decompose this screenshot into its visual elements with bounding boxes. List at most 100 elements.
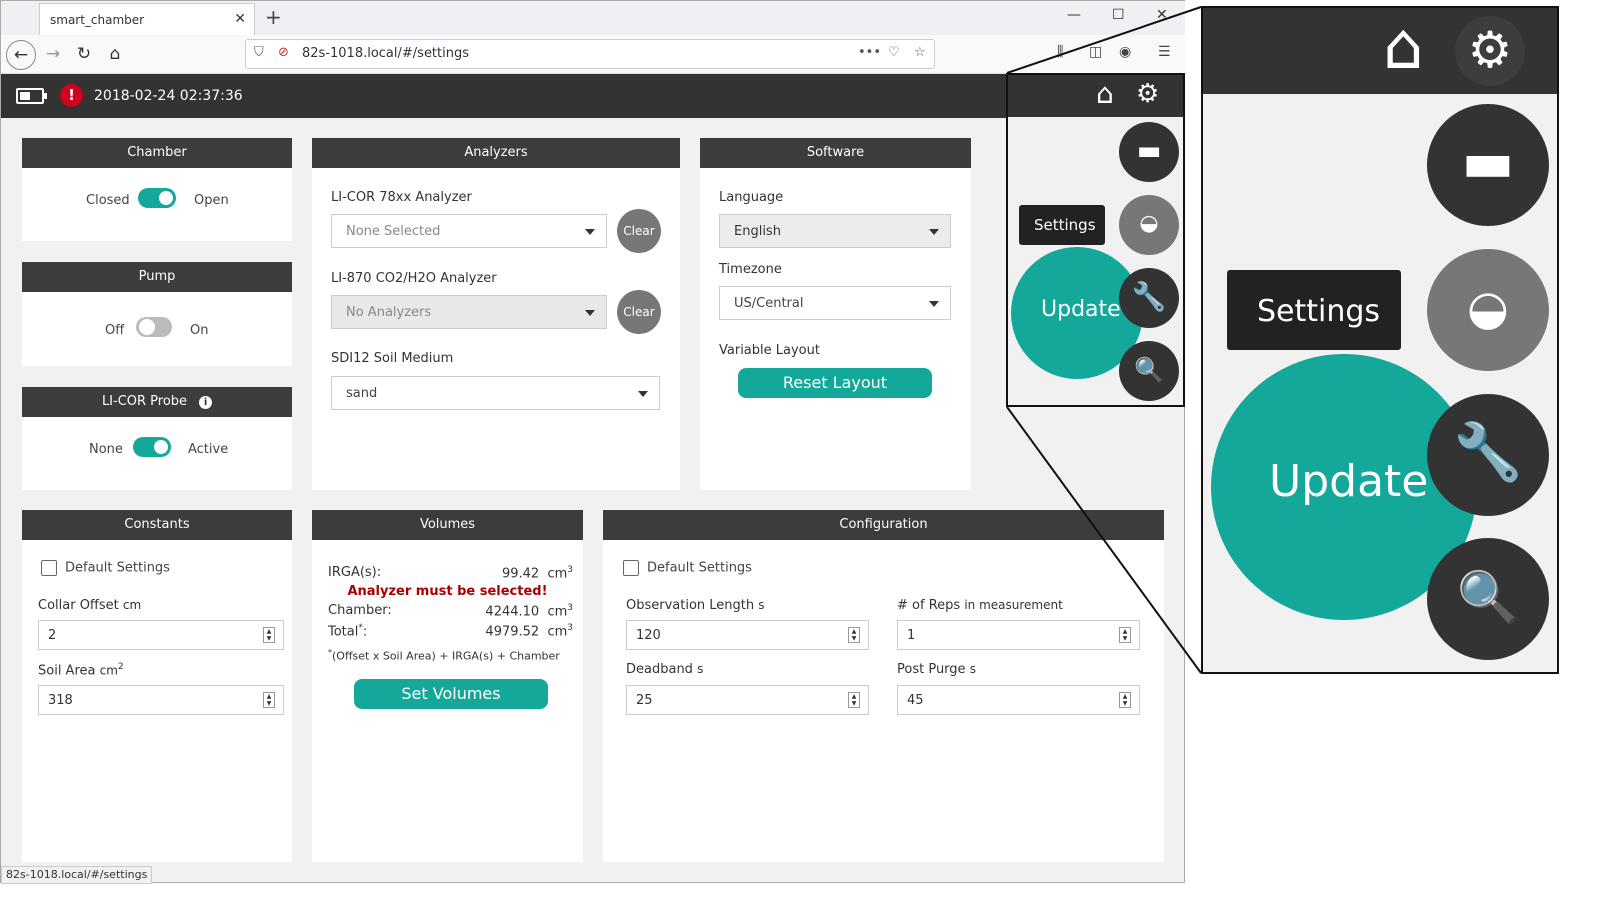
- maximize-icon[interactable]: ☐: [1112, 7, 1125, 23]
- url-text: 82s-1018.local/#/settings: [302, 46, 470, 61]
- language-select[interactable]: English: [719, 214, 951, 248]
- floating-menu-zoomed: ⌂ ⚙ Update ▬ ◒ 🔧 🔍 Settings: [1201, 6, 1559, 674]
- library-icon[interactable]: ⫼: [1057, 44, 1063, 60]
- pocket-icon[interactable]: ♡: [888, 45, 900, 60]
- gear-icon[interactable]: ⚙: [1455, 16, 1525, 86]
- volume-footnote: *(Offset x Soil Area) + IRGA(s) + Chambe…: [328, 648, 560, 663]
- diagnostics-button-zoomed[interactable]: 🔍: [1427, 538, 1549, 660]
- account-icon[interactable]: ◉: [1119, 44, 1131, 60]
- update-label: Update: [1269, 456, 1429, 507]
- probe-title: LI-COR Probe: [101, 394, 188, 409]
- tools-button-zoomed[interactable]: 🔧: [1427, 394, 1549, 516]
- more-actions-icon[interactable]: •••: [858, 45, 881, 60]
- minimize-icon[interactable]: —: [1067, 7, 1081, 23]
- analyzer-warning: Analyzer must be selected!: [347, 584, 548, 599]
- deadband-input[interactable]: 25 ▲ ▼: [626, 685, 869, 715]
- li870-select[interactable]: No Analyzers: [331, 295, 607, 329]
- settings-button-zoomed[interactable]: ◒: [1427, 249, 1549, 371]
- reset-layout-button[interactable]: Reset Layout: [738, 368, 932, 398]
- licor78-clear-button[interactable]: Clear: [617, 209, 661, 253]
- stepper-icon[interactable]: ▲ ▼: [848, 627, 860, 643]
- analyzers-title: Analyzers: [312, 138, 680, 168]
- tab-close-icon[interactable]: ✕: [234, 11, 246, 27]
- software-card: Software Language English Timezone US/Ce…: [700, 138, 971, 490]
- reps-label: # of Reps in measurement: [897, 598, 1063, 613]
- diagnostics-button[interactable]: 🔍: [1119, 341, 1179, 401]
- post-purge-input[interactable]: 45 ▲ ▼: [897, 685, 1140, 715]
- constants-title: Constants: [22, 510, 292, 540]
- folder-button-zoomed[interactable]: ▬: [1427, 104, 1549, 226]
- checkbox-icon[interactable]: [623, 560, 639, 576]
- stepper-icon[interactable]: ▲ ▼: [263, 692, 275, 708]
- set-volumes-button[interactable]: Set Volumes: [354, 679, 548, 709]
- software-title: Software: [700, 138, 971, 168]
- analyzers-card: Analyzers LI-COR 78xx Analyzer None Sele…: [312, 138, 680, 490]
- forward-arrow-icon[interactable]: →: [38, 40, 68, 70]
- battery-icon: [16, 88, 47, 104]
- tab-title: smart_chamber: [50, 13, 145, 27]
- info-icon[interactable]: i: [199, 396, 213, 409]
- probe-none-label: None: [89, 442, 123, 457]
- constants-card: Constants Default Settings Collar Offset…: [22, 510, 292, 862]
- language-label: Language: [719, 190, 784, 205]
- bookmark-star-icon[interactable]: ☆: [914, 45, 926, 60]
- hamburger-menu-icon[interactable]: ☰: [1158, 44, 1171, 60]
- folder-button[interactable]: ▬: [1119, 122, 1179, 182]
- total-volume-label: Total*:: [328, 623, 368, 640]
- irga-label: IRGA(s):: [328, 565, 382, 580]
- url-bar[interactable]: ⛉ ⊘ 82s-1018.local/#/settings ••• ♡ ☆: [245, 39, 935, 69]
- stepper-icon[interactable]: ▲ ▼: [1119, 692, 1131, 708]
- back-arrow-icon[interactable]: ←: [6, 40, 36, 70]
- chamber-open-label: Open: [194, 193, 229, 208]
- soil-medium-select[interactable]: sand: [331, 376, 660, 410]
- folder-icon: ▬: [1136, 136, 1162, 166]
- pump-off-label: Off: [105, 323, 125, 338]
- settings-button[interactable]: ◒: [1119, 195, 1179, 255]
- wrench-icon: 🔧: [1131, 280, 1167, 313]
- home-icon[interactable]: ⌂: [1383, 12, 1424, 82]
- home-icon[interactable]: ⌂: [100, 40, 130, 70]
- probe-toggle[interactable]: [133, 437, 171, 457]
- post-purge-label: Post Purge s: [897, 662, 976, 677]
- timezone-select[interactable]: US/Central: [719, 286, 951, 320]
- observation-length-input[interactable]: 120 ▲ ▼: [626, 620, 869, 650]
- header-icons-small: ⌂ ⚙: [1008, 75, 1183, 117]
- settings-tooltip-zoomed: Settings: [1227, 270, 1401, 350]
- update-label: Update: [1041, 297, 1121, 322]
- home-icon[interactable]: ⌂: [1096, 79, 1114, 109]
- window-close-icon[interactable]: ✕: [1156, 7, 1168, 23]
- collar-offset-input[interactable]: 2 ▲ ▼: [38, 620, 284, 650]
- chamber-toggle[interactable]: [138, 188, 176, 208]
- chamber-volume-value: 4244.10 cm3: [485, 603, 573, 620]
- datetime-label: 2018-02-24 02:37:36: [94, 88, 243, 104]
- checkbox-icon[interactable]: [41, 560, 57, 576]
- gauge-icon: ◒: [1139, 211, 1159, 236]
- sidebar-icon[interactable]: ◫: [1089, 44, 1102, 60]
- reload-icon[interactable]: ↻: [69, 40, 99, 70]
- stepper-icon[interactable]: ▲ ▼: [263, 627, 275, 643]
- total-volume-value: 4979.52 cm3: [485, 623, 573, 640]
- pump-title: Pump: [22, 262, 292, 292]
- soil-area-input[interactable]: 318 ▲ ▼: [38, 685, 284, 715]
- pump-toggle[interactable]: [136, 317, 172, 337]
- reps-input[interactable]: 1 ▲ ▼: [897, 620, 1140, 650]
- variable-layout-label: Variable Layout: [719, 343, 820, 358]
- new-tab-button[interactable]: +: [265, 5, 282, 29]
- li870-label: LI-870 CO2/H2O Analyzer: [331, 271, 497, 286]
- header-icons-zoomed: ⌂ ⚙: [1203, 8, 1557, 94]
- configuration-default-checkbox[interactable]: Default Settings: [623, 560, 752, 576]
- search-chart-icon: 🔍: [1456, 568, 1520, 626]
- insecure-lock-icon: ⊘: [278, 45, 289, 60]
- volumes-title: Volumes: [312, 510, 583, 540]
- shield-icon: ⛉: [254, 45, 264, 60]
- li870-clear-button[interactable]: Clear: [617, 290, 661, 334]
- constants-default-checkbox[interactable]: Default Settings: [41, 560, 170, 576]
- stepper-icon[interactable]: ▲ ▼: [848, 692, 860, 708]
- stepper-icon[interactable]: ▲ ▼: [1119, 627, 1131, 643]
- licor78-select[interactable]: None Selected: [331, 214, 607, 248]
- tools-button[interactable]: 🔧: [1119, 268, 1179, 328]
- status-url: 82s-1018.local/#/settings: [1, 866, 153, 884]
- alert-icon[interactable]: !: [60, 84, 83, 107]
- gear-icon[interactable]: ⚙: [1136, 79, 1159, 109]
- browser-tab[interactable]: smart_chamber ✕: [39, 3, 255, 35]
